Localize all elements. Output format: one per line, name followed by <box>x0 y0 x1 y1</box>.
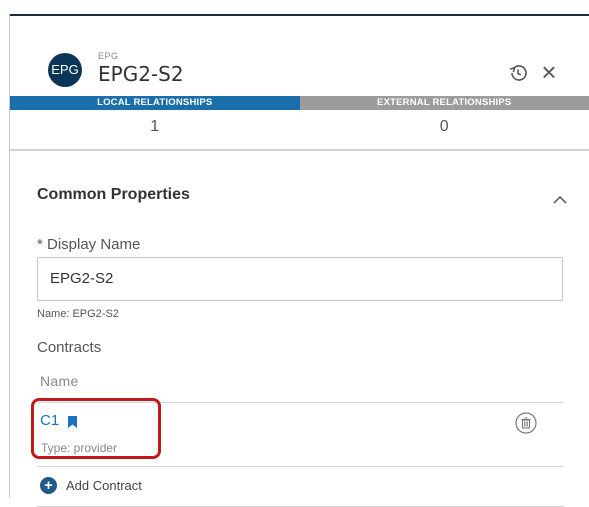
contracts-column-header: Name <box>40 373 79 389</box>
page-title: EPG2-S2 <box>98 62 184 86</box>
tab-local-relationships[interactable]: LOCAL RELATIONSHIPS <box>10 96 300 110</box>
display-name-input[interactable]: EPG2-S2 <box>37 257 563 301</box>
display-name-label: * Display Name <box>37 236 140 253</box>
panel-header: EPG EPG EPG2-S2 × <box>10 16 589 96</box>
epg-badge: EPG <box>48 53 82 87</box>
contracts-label: Contracts <box>37 339 101 356</box>
name-hint: Name: EPG2-S2 <box>37 308 119 320</box>
chevron-up-icon <box>553 195 567 205</box>
add-contract-button[interactable]: + Add Contract <box>40 476 142 494</box>
close-button[interactable]: × <box>537 60 561 84</box>
row-divider <box>37 466 564 467</box>
relationship-tabs: LOCAL RELATIONSHIPS EXTERNAL RELATIONSHI… <box>10 96 589 110</box>
history-button[interactable] <box>507 62 529 84</box>
tab-external-relationships[interactable]: EXTERNAL RELATIONSHIPS <box>300 96 589 110</box>
add-contract-label: Add Contract <box>66 478 142 493</box>
delete-contract-button[interactable] <box>515 412 537 434</box>
close-icon: × <box>541 57 556 87</box>
section-title: Common Properties <box>37 186 190 204</box>
trash-icon <box>515 412 537 434</box>
epg-properties-panel: EPG EPG EPG2-S2 × LOCAL RELATIONSHIPS EX… <box>10 16 589 498</box>
relationship-counts: 1 0 <box>10 112 589 142</box>
collapse-section-button[interactable] <box>553 192 567 202</box>
local-relationships-count: 1 <box>10 112 300 142</box>
contract-highlight-box <box>31 398 161 459</box>
history-icon <box>507 62 529 84</box>
plus-circle-icon: + <box>40 477 57 494</box>
section-divider <box>10 149 589 151</box>
object-kind-label: EPG <box>98 51 119 61</box>
external-relationships-count: 0 <box>300 112 589 142</box>
